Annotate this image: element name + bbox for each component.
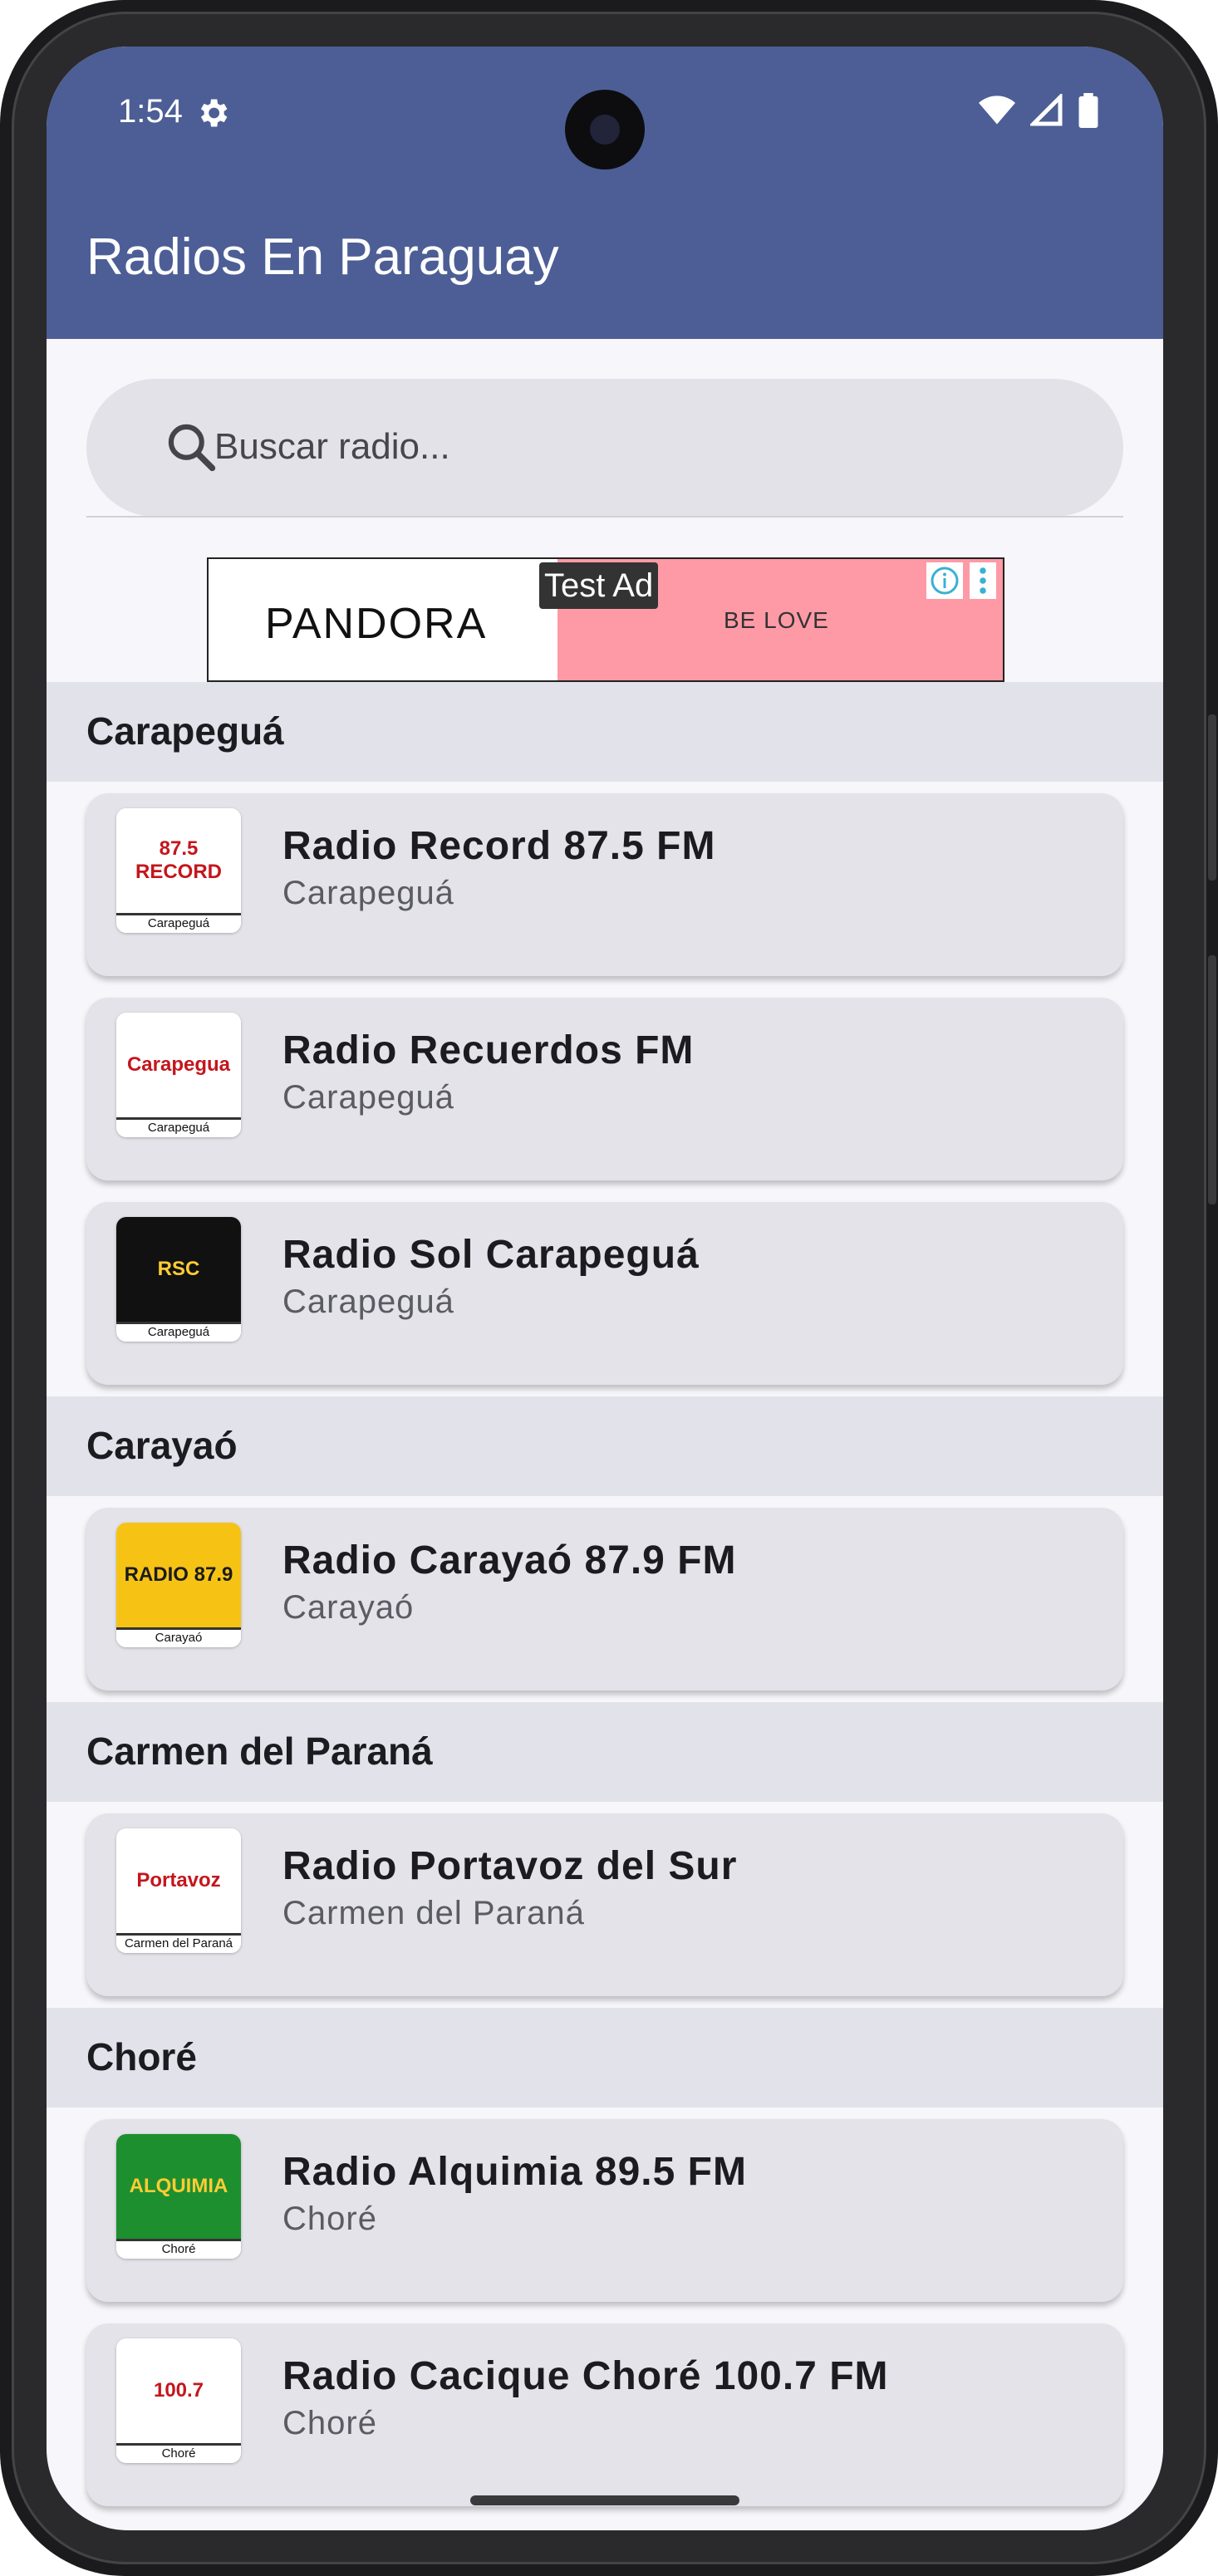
station-logo: Carapegua Carapeguá: [116, 1013, 241, 1137]
volume-button: [1208, 955, 1216, 1205]
station-logo: 100.7 Choré: [116, 2338, 241, 2463]
ad-brand: PANDORA: [265, 600, 488, 648]
station-location: Choré: [282, 2405, 377, 2441]
search-bar[interactable]: [86, 379, 1123, 517]
station-card[interactable]: 87.5 RECORD Carapeguá Radio Record 87.5 FM…: [86, 793, 1123, 976]
station-logo-caption: Choré: [116, 2239, 241, 2259]
ad-brand-panel: PANDORA: [209, 559, 557, 680]
station-logo-art: 87.5 RECORD: [116, 808, 241, 913]
ad-tagline: BE LOVE: [724, 607, 829, 633]
station-name: Radio Alquimia 89.5 FM: [282, 2150, 747, 2194]
search-divider: [86, 516, 1123, 518]
search-icon[interactable]: [163, 419, 219, 479]
station-logo-art: RADIO 87.9: [116, 1523, 241, 1627]
station-list[interactable]: Carapeguá 87.5 RECORD Carapeguá Radio Recor…: [47, 682, 1163, 2518]
station-logo-text: 100.7: [153, 2379, 204, 2402]
search-input[interactable]: [214, 415, 1078, 478]
info-icon[interactable]: [926, 562, 963, 599]
section-header: Carapeguá: [47, 682, 1163, 782]
station-logo: Portavoz Carmen del Paraná: [116, 1828, 241, 1953]
station-card[interactable]: RSC Carapeguá Radio Sol Carapeguá Carapeguá: [86, 1202, 1123, 1385]
station-logo-text: RSC: [157, 1258, 200, 1280]
status-bar: 1:54: [47, 47, 1163, 179]
home-indicator[interactable]: [470, 2495, 739, 2505]
station-name: Radio Carayaó 87.9 FM: [282, 1538, 737, 1582]
station-location: Carapeguá: [282, 1283, 454, 1320]
station-card[interactable]: Portavoz Carmen del Paraná Radio Portavoz …: [86, 1813, 1123, 1996]
power-button: [1208, 714, 1216, 881]
section-header: Carayaó: [47, 1396, 1163, 1496]
signal-icon: [1028, 91, 1063, 131]
top-app-bar: 1:54 Radios En Paraguay: [47, 47, 1163, 339]
station-logo-caption: Carapeguá: [116, 913, 241, 933]
station-logo: RSC Carapeguá: [116, 1217, 241, 1342]
section-title: Carapeguá: [86, 709, 284, 753]
station-logo-art: Portavoz: [116, 1828, 241, 1933]
station-logo-art: 100.7: [116, 2338, 241, 2443]
station-logo-art: ALQUIMIA: [116, 2134, 241, 2239]
station-location: Carapeguá: [282, 875, 454, 911]
station-logo-text: 87.5 RECORD: [135, 837, 222, 883]
banner-ad[interactable]: PANDORA BE LOVE Test Ad: [207, 557, 1004, 682]
station-name: Radio Sol Carapeguá: [282, 1233, 700, 1277]
section-title: Carmen del Paraná: [86, 1730, 433, 1773]
station-card[interactable]: Carapegua Carapeguá Radio Recuerdos FM Cara…: [86, 998, 1123, 1180]
app-title: Radios En Paraguay: [86, 228, 559, 286]
more-vert-icon[interactable]: [970, 562, 996, 599]
section-header: Choré: [47, 2008, 1163, 2107]
app-screen: 1:54 Radios En Paraguay Buscar radio... …: [47, 47, 1163, 2530]
battery-icon: [1078, 93, 1098, 132]
station-name: Radio Record 87.5 FM: [282, 824, 716, 868]
station-logo-text: ALQUIMIA: [129, 2175, 228, 2197]
status-time: 1:54: [118, 93, 183, 130]
station-logo-caption: Carmen del Paraná: [116, 1933, 241, 1953]
station-card[interactable]: ALQUIMIA Choré Radio Alquimia 89.5 FM Choré: [86, 2119, 1123, 2302]
status-icons: [979, 91, 1098, 132]
section-header: Carmen del Paraná: [47, 1702, 1163, 1802]
station-logo-caption: Carapeguá: [116, 1117, 241, 1137]
section-title: Carayaó: [86, 1424, 238, 1467]
ad-label: Test Ad: [539, 562, 659, 609]
wifi-icon: [979, 94, 1015, 131]
station-location: Carapeguá: [282, 1079, 454, 1116]
station-logo-caption: Carapeguá: [116, 1322, 241, 1342]
front-camera: [565, 90, 645, 169]
station-location: Carmen del Paraná: [282, 1895, 585, 1931]
station-card[interactable]: RADIO 87.9 Carayaó Radio Carayaó 87.9 FM Ca…: [86, 1508, 1123, 1690]
station-logo: RADIO 87.9 Carayaó: [116, 1523, 241, 1647]
section-title: Choré: [86, 2035, 197, 2078]
station-name: Radio Cacique Choré 100.7 FM: [282, 2354, 889, 2398]
station-card[interactable]: 100.7 Choré Radio Cacique Choré 100.7 FM Ch…: [86, 2323, 1123, 2506]
station-logo-text: Carapegua: [126, 1053, 231, 1076]
station-logo-caption: Carayaó: [116, 1627, 241, 1647]
station-location: Carayaó: [282, 1589, 415, 1626]
station-name: Radio Portavoz del Sur: [282, 1844, 738, 1888]
station-logo-text: Portavoz: [136, 1869, 221, 1892]
station-logo-art: Carapegua: [116, 1013, 241, 1117]
gear-icon: [194, 95, 231, 135]
station-logo: ALQUIMIA Choré: [116, 2134, 241, 2259]
station-logo-caption: Choré: [116, 2443, 241, 2463]
station-name: Radio Recuerdos FM: [282, 1028, 695, 1072]
station-logo-text: RADIO 87.9: [124, 1563, 233, 1586]
station-logo: 87.5 RECORD Carapeguá: [116, 808, 241, 933]
station-logo-art: RSC: [116, 1217, 241, 1322]
station-location: Choré: [282, 2201, 377, 2237]
phone-frame: 1:54 Radios En Paraguay Buscar radio... …: [0, 0, 1218, 2576]
